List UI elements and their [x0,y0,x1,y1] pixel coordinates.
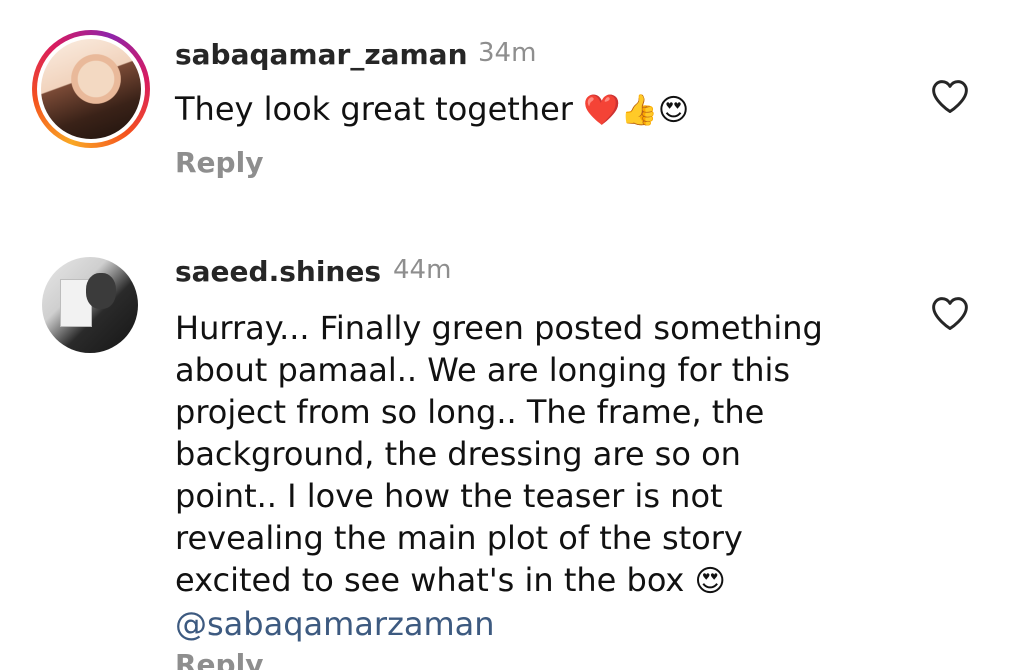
mention-link[interactable]: @sabaqamarzaman [175,603,875,645]
comment-text: They look great together ❤️👍😍 [175,90,690,128]
avatar[interactable] [42,257,138,353]
comment-item: saeed.shines 44m Hurray... Finally green… [0,215,1024,670]
heart-outline-icon [932,297,968,331]
reply-button[interactable]: Reply [175,146,263,179]
comment-username[interactable]: saeed.shines [175,255,381,288]
comment-item: sabaqamar_zaman 34m They look great toge… [0,0,1024,215]
avatar [41,39,141,139]
heart-eyes-emoji: 😍 [657,93,690,128]
reply-button[interactable]: Reply [175,648,263,670]
comment-timestamp: 44m [393,255,452,285]
like-button[interactable] [930,78,970,114]
comment-username[interactable]: sabaqamar_zaman [175,38,468,71]
comments-list: sabaqamar_zaman 34m They look great toge… [0,0,1024,670]
avatar-story-ring[interactable] [32,30,150,148]
comment-text: Hurray... Finally green posted something… [175,307,875,645]
like-button[interactable] [930,295,970,331]
heart-eyes-emoji: 😍 [694,564,726,599]
heart-emoji: ❤️ [583,93,621,128]
comment-timestamp: 34m [478,38,537,68]
thumbs-up-emoji: 👍 [620,93,658,128]
heart-outline-icon [932,80,968,114]
